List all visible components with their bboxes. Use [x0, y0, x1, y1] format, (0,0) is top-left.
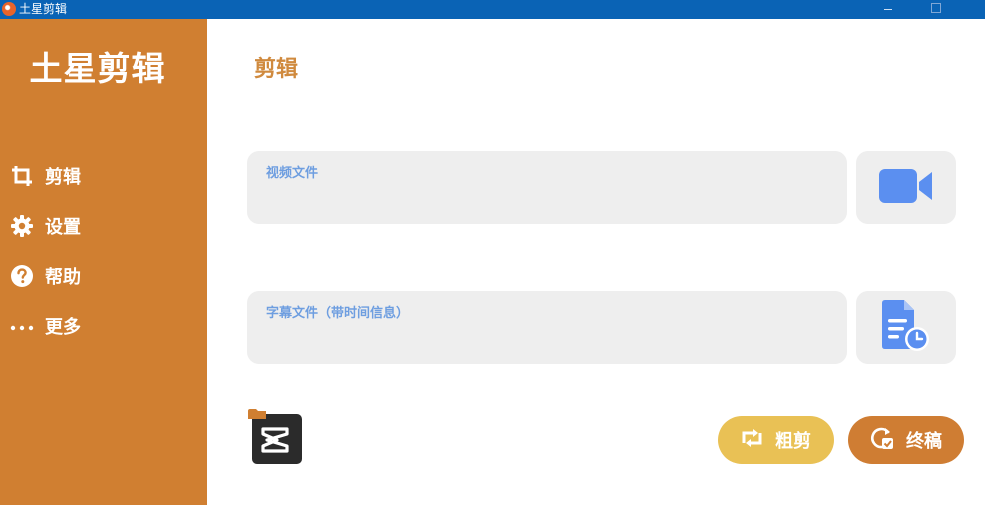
- sidebar-item-settings[interactable]: 设置: [10, 211, 190, 241]
- sidebar-item-label: 更多: [45, 317, 81, 338]
- video-file-field[interactable]: 视频文件: [247, 151, 847, 224]
- repeat-icon: [741, 427, 763, 453]
- capcut-app-icon[interactable]: [247, 408, 303, 466]
- sidebar-item-edit[interactable]: 剪辑: [10, 161, 190, 191]
- help-icon: [10, 264, 34, 288]
- brand-title: 土星剪辑: [29, 49, 166, 88]
- select-video-button[interactable]: [856, 151, 956, 224]
- window-title: 土星剪辑: [19, 2, 68, 16]
- document-clock-icon: [882, 299, 930, 356]
- minimize-button[interactable]: [865, 0, 911, 19]
- sidebar-item-label: 设置: [45, 217, 81, 238]
- rough-cut-label: 粗剪: [775, 431, 811, 452]
- gear-icon: [10, 214, 34, 238]
- sidebar-item-label: 剪辑: [45, 167, 81, 188]
- sidebar: 土星剪辑 剪辑 设置 帮助 更多: [0, 19, 207, 505]
- page-title: 剪辑: [254, 57, 299, 82]
- app-logo-icon: [2, 2, 16, 16]
- final-cut-button[interactable]: 终稿: [848, 416, 964, 464]
- rough-cut-button[interactable]: 粗剪: [718, 416, 834, 464]
- final-cut-label: 终稿: [906, 431, 942, 452]
- title-bar: 土星剪辑: [0, 0, 985, 19]
- video-camera-icon: [879, 167, 933, 209]
- close-button[interactable]: [955, 0, 985, 19]
- subtitle-file-field[interactable]: 字幕文件（带时间信息）: [247, 291, 847, 364]
- crop-icon: [10, 164, 34, 188]
- video-file-label: 视频文件: [266, 166, 319, 181]
- sidebar-item-help[interactable]: 帮助: [10, 261, 190, 291]
- subtitle-file-label: 字幕文件（带时间信息）: [266, 306, 410, 321]
- more-icon: [10, 314, 34, 338]
- sidebar-item-more[interactable]: 更多: [10, 311, 190, 341]
- select-subtitle-button[interactable]: [856, 291, 956, 364]
- sidebar-item-label: 帮助: [45, 267, 81, 288]
- refresh-check-icon: [870, 426, 894, 454]
- maximize-button[interactable]: [912, 0, 958, 19]
